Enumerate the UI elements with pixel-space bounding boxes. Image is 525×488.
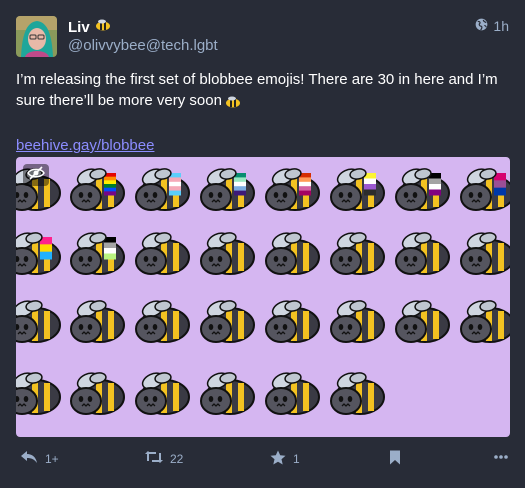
blobbee-emoji-icon [391,165,451,215]
post-text: I’m releasing the first set of blobbee e… [16,71,498,109]
blobbee-emoji-icon [66,297,126,347]
bee-emoji-icon [225,93,241,114]
blobbee-emoji-icon [391,297,451,347]
author-name-row: Liv [68,18,111,36]
post-timestamp[interactable]: 1h [475,18,509,34]
avatar[interactable] [16,16,57,57]
blobbee-emoji-icon [131,369,191,419]
reply-button[interactable]: 1+ [20,450,59,467]
more-button[interactable] [494,450,508,467]
blobbee-emoji-icon [66,229,126,279]
post-link[interactable]: beehive.gay/blobbee [16,137,154,154]
blobbee-emoji-icon [456,165,510,215]
blobbee-emoji-icon [261,229,321,279]
hide-media-icon [27,165,45,185]
display-name[interactable]: Liv [68,19,90,36]
blobbee-emoji-icon [456,229,510,279]
blobbee-emoji-icon [196,369,256,419]
globe-icon [475,18,488,34]
blobbee-emoji-icon [261,297,321,347]
blobbee-emoji-icon [196,229,256,279]
more-icon [494,450,508,467]
boost-icon [145,450,163,467]
favourite-count: 1 [293,452,300,466]
blobbee-emoji-icon [16,229,62,279]
blobbee-emoji-icon [456,297,510,347]
blobbee-emoji-icon [131,297,191,347]
hide-media-button[interactable] [23,164,49,186]
blobbee-emoji-icon [261,369,321,419]
blobbee-emoji-icon [326,369,386,419]
relative-time: 1h [493,18,509,34]
action-bar: 1+ 22 1 [0,446,525,476]
star-icon [270,450,286,468]
blobbee-emoji-icon [16,297,62,347]
bee-emoji-icon [95,18,111,36]
blobbee-emoji-icon [66,369,126,419]
blobbee-emoji-icon [196,165,256,215]
status-post: Liv @olivvybee@tech.lgbt 1h I’m releasin… [0,0,525,488]
blobbee-emoji-icon [196,297,256,347]
blobbee-emoji-icon [326,297,386,347]
media-attachment[interactable] [16,157,510,437]
blobbee-emoji-icon [326,165,386,215]
blobbee-emoji-icon [66,165,126,215]
blobbee-emoji-icon [131,165,191,215]
favourite-button[interactable]: 1 [270,450,300,468]
blobbee-emoji-icon [326,229,386,279]
bookmark-button[interactable] [389,450,401,468]
blobbee-emoji-icon [131,229,191,279]
boost-button[interactable]: 22 [145,450,183,467]
blobbee-emoji-icon [391,229,451,279]
blobbee-emoji-icon [261,165,321,215]
account-handle[interactable]: @olivvybee@tech.lgbt [68,37,218,54]
reply-count: 1+ [45,451,59,466]
bookmark-icon [389,450,401,468]
boost-count: 22 [170,451,184,466]
blobbee-emoji-icon [16,369,62,419]
reply-icon [20,450,38,467]
